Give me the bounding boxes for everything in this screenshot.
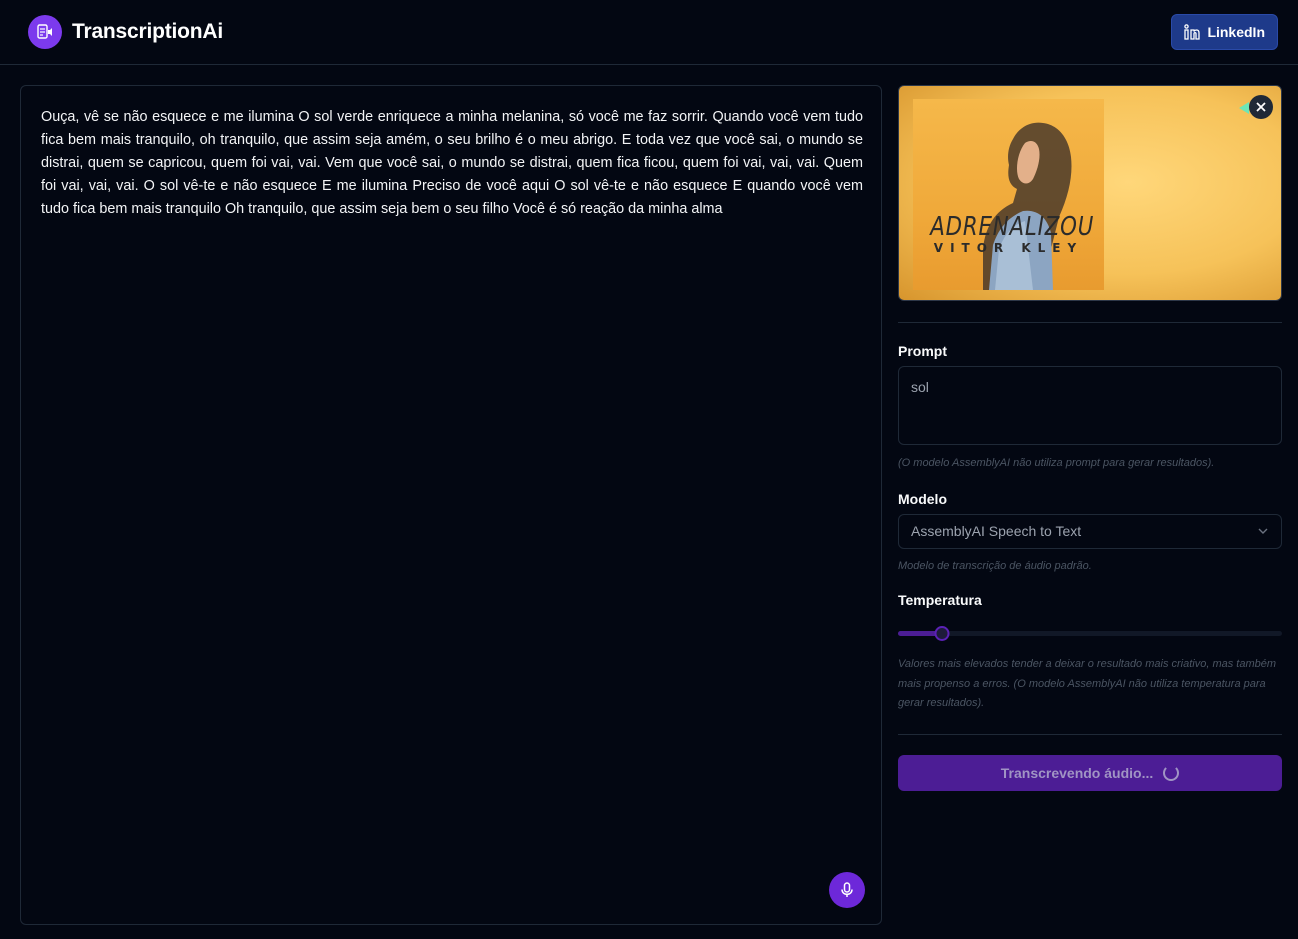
close-icon (1256, 102, 1266, 112)
video-player[interactable]: ADRENALIZOU VITOR KLEY (898, 85, 1282, 301)
divider (898, 322, 1282, 323)
album-cover: ADRENALIZOU VITOR KLEY (913, 99, 1104, 290)
linkedin-icon (1184, 24, 1201, 40)
transcription-logo-icon (28, 15, 62, 49)
app-title: TranscriptionAi (72, 20, 224, 43)
slider-thumb[interactable] (934, 626, 950, 641)
prompt-label: Prompt (898, 343, 947, 359)
temperature-label: Temperatura (898, 592, 982, 608)
model-selected-value: AssemblyAI Speech to Text (911, 523, 1082, 539)
microphone-button[interactable] (829, 872, 865, 908)
cover-title: ADRENALIZOU (930, 212, 1095, 242)
linkedin-button[interactable]: LinkedIn (1171, 14, 1278, 50)
chevron-down-icon (1258, 528, 1268, 534)
linkedin-label: LinkedIn (1207, 24, 1265, 40)
transcript-panel[interactable]: Ouça, vê se não esquece e me ilumina O s… (20, 85, 882, 925)
loading-spinner-icon (1163, 764, 1180, 781)
transcribe-button-label: Transcrevendo áudio... (1000, 764, 1154, 781)
model-label: Modelo (898, 490, 947, 507)
slider-track (898, 631, 1282, 636)
divider (898, 733, 1282, 735)
brand[interactable]: TranscriptionAi (28, 15, 223, 49)
cover-artist: VITOR KLEY (933, 241, 1084, 255)
app-header: TranscriptionAi LinkedIn (0, 0, 1298, 65)
temperature-hint: Valores mais elevados tender a deixar o … (898, 658, 1277, 709)
prompt-input[interactable]: sol (898, 366, 1282, 445)
model-select[interactable]: AssemblyAI Speech to Text (898, 513, 1282, 549)
play-icon[interactable] (1239, 102, 1249, 114)
microphone-icon (841, 882, 853, 897)
transcribe-button[interactable]: Transcrevendo áudio... (898, 754, 1282, 791)
transcript-text[interactable]: Ouça, vê se não esquece e me ilumina O s… (41, 106, 863, 221)
model-hint: Modelo de transcrição de áudio padrão. (898, 559, 1092, 572)
close-button[interactable] (1249, 95, 1273, 119)
settings-sidebar: ADRENALIZOU VITOR KLEY Prompt sol (O mod… (898, 85, 1282, 791)
artist-silhouette (983, 122, 1072, 290)
temperature-slider[interactable] (898, 626, 1282, 641)
prompt-hint: (O modelo AssemblyAI não utiliza prompt … (898, 457, 1215, 469)
